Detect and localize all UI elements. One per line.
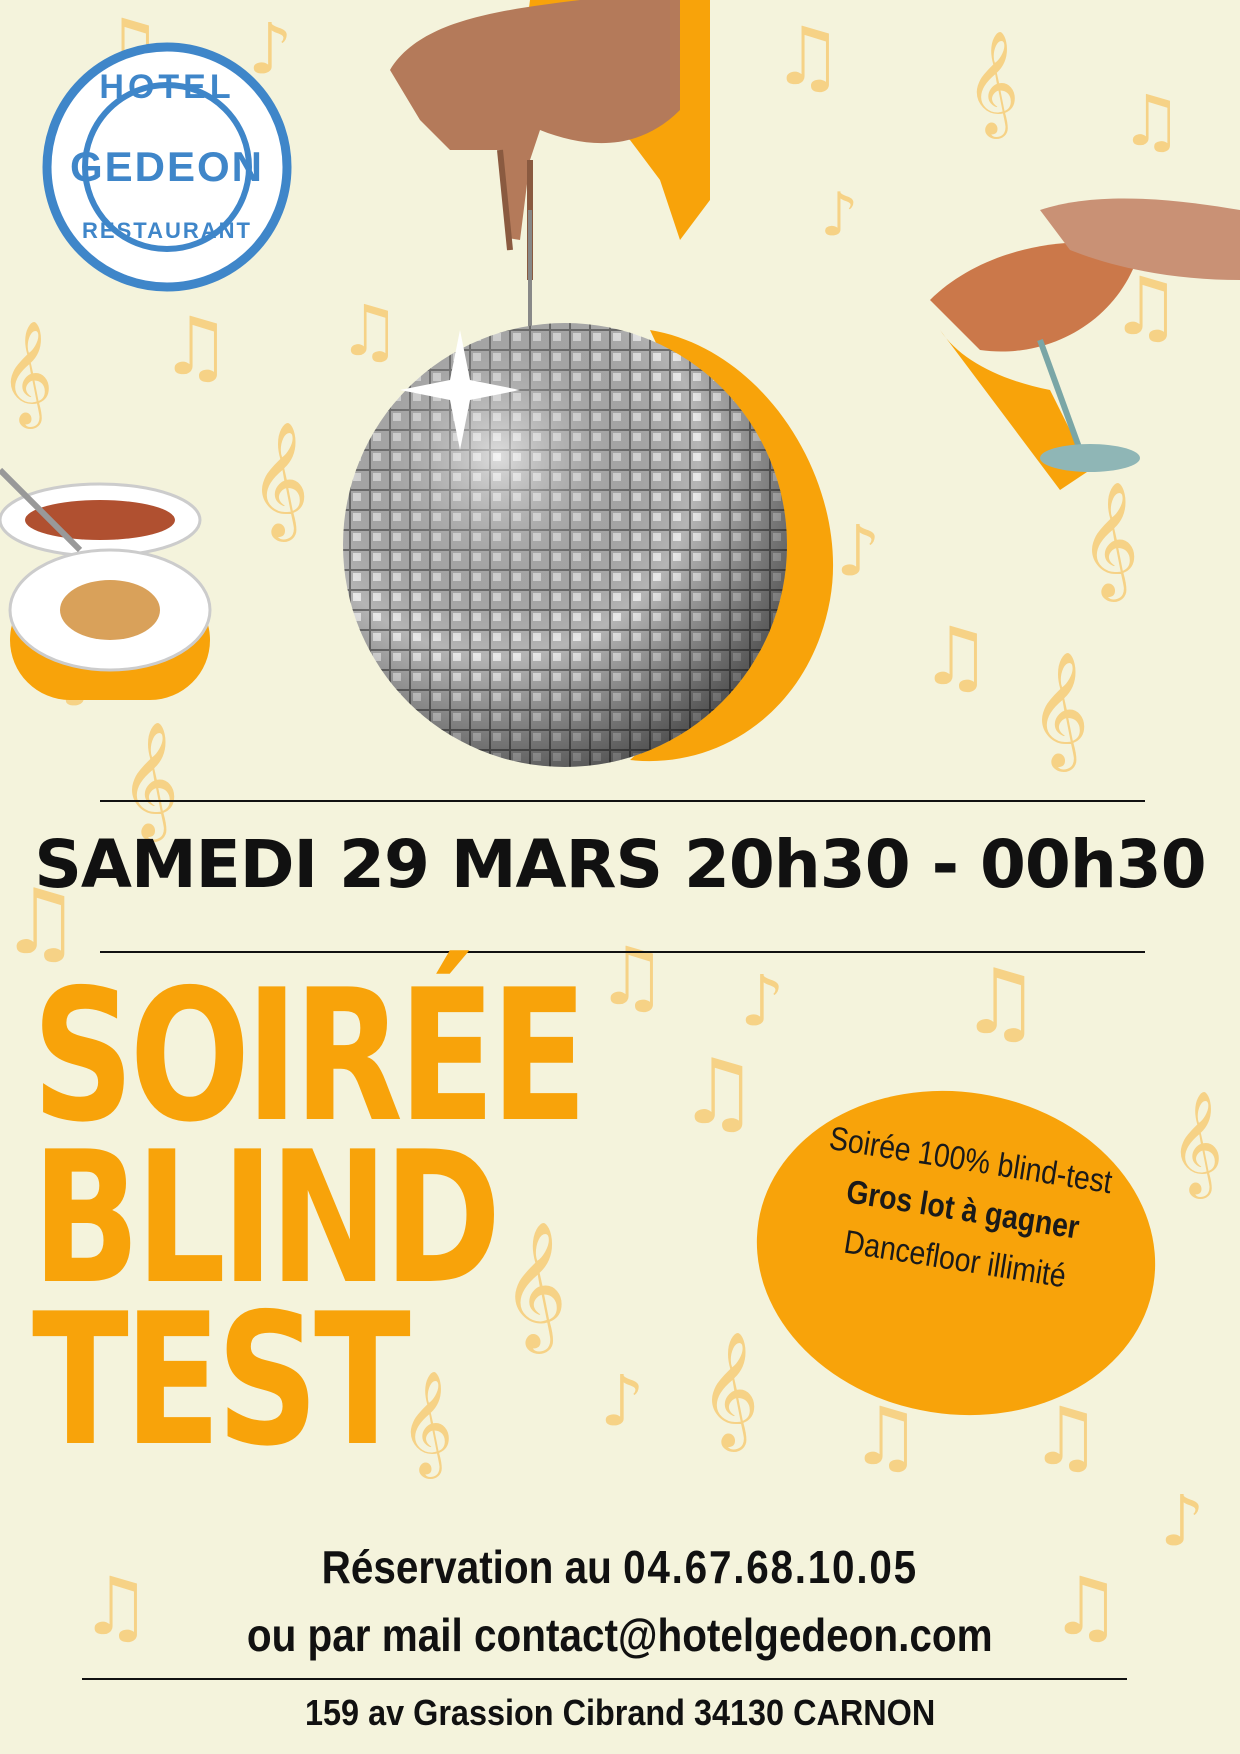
- hotel-gedeon-logo: HOTEL GEDEON RESTAURANT: [42, 42, 292, 292]
- reservation-line: Réservation au 04.67.68.10.05: [0, 1540, 1240, 1594]
- music-note-icon: ♫: [772, 10, 844, 103]
- logo-bottom-word: RESTAURANT: [82, 218, 252, 243]
- treble-clef-icon: 𝄞: [966, 30, 1020, 135]
- divider-footer: [82, 1678, 1127, 1680]
- address-text: 159 av Grassion Cibrand 34130 CARNON: [304, 1692, 936, 1733]
- email-address[interactable]: contact@hotelgedeon.com: [474, 1609, 993, 1661]
- treble-clef-icon: 𝄞: [120, 720, 180, 837]
- music-note-icon: ♪: [740, 960, 785, 1042]
- treble-clef-icon: 𝄞: [1170, 1090, 1224, 1195]
- cocktail-glass-icon: [930, 198, 1240, 490]
- email-line: ou par mail contact@hotelgedeon.com: [0, 1608, 1240, 1662]
- disco-ball-icon: [343, 323, 834, 767]
- logo-top-word: HOTEL: [99, 68, 235, 106]
- music-note-icon: ♫: [1120, 80, 1183, 162]
- treble-clef-icon: 𝄞: [1030, 650, 1090, 767]
- reservation-label: Réservation au: [321, 1541, 613, 1593]
- event-title: SOIRÉE BLIND TEST: [32, 965, 738, 1486]
- music-note-icon: ♫: [160, 300, 232, 393]
- music-note-icon: ♫: [960, 950, 1041, 1055]
- music-note-icon: ♫: [920, 610, 992, 703]
- mail-label: ou par mail: [247, 1609, 464, 1661]
- title-line-3: TEST: [32, 1274, 411, 1486]
- logo-main-word: GEDEON: [69, 143, 265, 190]
- divider-top: [100, 800, 1145, 802]
- phone-number[interactable]: 04.67.68.10.05: [623, 1541, 918, 1593]
- address: 159 av Grassion Cibrand 34130 CARNON: [0, 1692, 1240, 1734]
- music-note-icon: ♪: [820, 180, 859, 250]
- treble-clef-icon: 𝄞: [0, 320, 54, 425]
- event-date-time: SAMEDI 29 MARS 20h30 - 00h30: [34, 826, 1206, 903]
- hand-icon: [390, 0, 710, 330]
- food-plate-icon: [0, 467, 212, 700]
- treble-clef-icon: 𝄞: [250, 420, 310, 537]
